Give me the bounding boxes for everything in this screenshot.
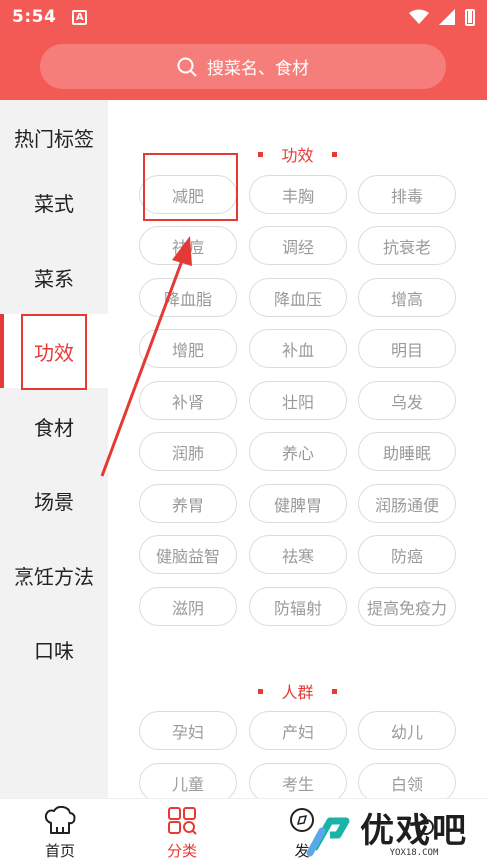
- status-icons: [409, 8, 475, 26]
- status-time: 5:54: [12, 7, 57, 27]
- sidebar-item-hot-tags[interactable]: 热门标签: [0, 100, 108, 174]
- tag-item[interactable]: 补血: [249, 329, 347, 368]
- header: 搜菜名、食材: [0, 34, 487, 100]
- tab-label: 分类: [166, 842, 197, 860]
- tag-item[interactable]: 降血脂: [139, 278, 237, 317]
- tag-item[interactable]: 健脾胃: [249, 484, 347, 523]
- chef-hat-icon: [44, 806, 76, 834]
- tag-item[interactable]: 润肺: [139, 432, 237, 471]
- sidebar-item-efficacy[interactable]: 功效: [0, 314, 108, 388]
- title-dot-icon: [258, 151, 264, 157]
- watermark-logo-icon: [306, 817, 350, 857]
- sidebar-item-taste[interactable]: 口味: [0, 612, 108, 686]
- sidebar-item-label: 烹饪方法: [14, 564, 94, 589]
- sidebar-item-label: 菜系: [34, 266, 74, 291]
- signal-icon: [439, 9, 455, 25]
- sidebar-item-label: 食材: [34, 415, 74, 440]
- sidebar-item-scene[interactable]: 场景: [0, 463, 108, 537]
- tag-item[interactable]: 抗衰老: [358, 226, 456, 265]
- search-bar[interactable]: 搜菜名、食材: [40, 44, 446, 89]
- tab-home[interactable]: 首页: [20, 799, 100, 867]
- sidebar-item-cuisine[interactable]: 菜系: [0, 240, 108, 314]
- sidebar-item-ingredients[interactable]: 食材: [0, 389, 108, 463]
- tag-item[interactable]: 助睡眠: [358, 432, 456, 471]
- tag-panel: 功效 减肥 丰胸 排毒 祛痘 调经 抗衰老 降血脂 降血压 增高 增肥 补血 明…: [108, 100, 487, 802]
- search-icon: [177, 57, 197, 77]
- tag-item[interactable]: 养胃: [139, 484, 237, 523]
- tag-item[interactable]: 养心: [249, 432, 347, 471]
- title-dot-icon: [331, 688, 337, 694]
- category-grid-icon: [168, 807, 197, 835]
- sidebar-item-label: 场景: [34, 489, 74, 514]
- tag-item[interactable]: 壮阳: [249, 381, 347, 420]
- tag-item[interactable]: 祛痘: [139, 226, 237, 265]
- sidebar-item-dish-style[interactable]: 菜式: [0, 165, 108, 239]
- tag-item[interactable]: 降血压: [249, 278, 347, 317]
- tag-item[interactable]: 白领: [358, 763, 456, 802]
- tab-category[interactable]: 分类: [142, 799, 222, 867]
- sidebar-item-label: 口味: [34, 638, 74, 663]
- watermark-brand: 优戏吧: [360, 811, 468, 851]
- tab-label: 首页: [44, 842, 75, 860]
- tag-item[interactable]: 提高免疫力: [358, 587, 456, 626]
- category-sidebar: 热门标签 菜式 菜系 功效 食材 场景 烹饪方法 口味: [0, 100, 108, 798]
- sidebar-item-label: 热门标签: [14, 126, 94, 151]
- section-title-text: 功效: [281, 146, 314, 165]
- tag-item[interactable]: 明目: [358, 329, 456, 368]
- section-title-efficacy: 功效: [108, 142, 487, 166]
- tag-item[interactable]: 防辐射: [249, 587, 347, 626]
- tag-item[interactable]: 排毒: [358, 175, 456, 214]
- search-placeholder: 搜菜名、食材: [207, 59, 309, 79]
- tag-item[interactable]: 祛寒: [249, 535, 347, 574]
- tag-item[interactable]: 滋阴: [139, 587, 237, 626]
- notification-a-icon: A: [72, 9, 88, 25]
- tag-item[interactable]: 防癌: [358, 535, 456, 574]
- section-title-people: 人群: [108, 679, 487, 703]
- tag-item[interactable]: 减肥: [139, 175, 237, 214]
- watermark-text-group: 优戏吧 YOX18.COM: [360, 814, 468, 858]
- tag-item[interactable]: 儿童: [139, 763, 237, 802]
- tag-item[interactable]: 考生: [249, 763, 347, 802]
- sidebar-item-cooking-method[interactable]: 烹饪方法: [0, 538, 108, 612]
- tag-item[interactable]: 增高: [358, 278, 456, 317]
- tag-item[interactable]: 润肠通便: [358, 484, 456, 523]
- status-bar: 5:54 A: [0, 0, 487, 34]
- title-dot-icon: [258, 688, 264, 694]
- wifi-icon: [409, 9, 429, 24]
- sidebar-item-label: 菜式: [34, 191, 74, 216]
- tag-item[interactable]: 增肥: [139, 329, 237, 368]
- title-dot-icon: [331, 151, 337, 157]
- tag-item[interactable]: 补肾: [139, 381, 237, 420]
- section-title-text: 人群: [281, 683, 314, 702]
- tag-item[interactable]: 乌发: [358, 381, 456, 420]
- watermark: 优戏吧 YOX18.COM: [300, 805, 487, 867]
- battery-icon: [465, 8, 475, 26]
- tag-item[interactable]: 健脑益智: [139, 535, 237, 574]
- tag-item[interactable]: 调经: [249, 226, 347, 265]
- tag-item[interactable]: 产妇: [249, 711, 347, 750]
- tag-item[interactable]: 幼儿: [358, 711, 456, 750]
- sidebar-item-label: 功效: [34, 340, 74, 365]
- tag-item[interactable]: 丰胸: [249, 175, 347, 214]
- tag-item[interactable]: 孕妇: [139, 711, 237, 750]
